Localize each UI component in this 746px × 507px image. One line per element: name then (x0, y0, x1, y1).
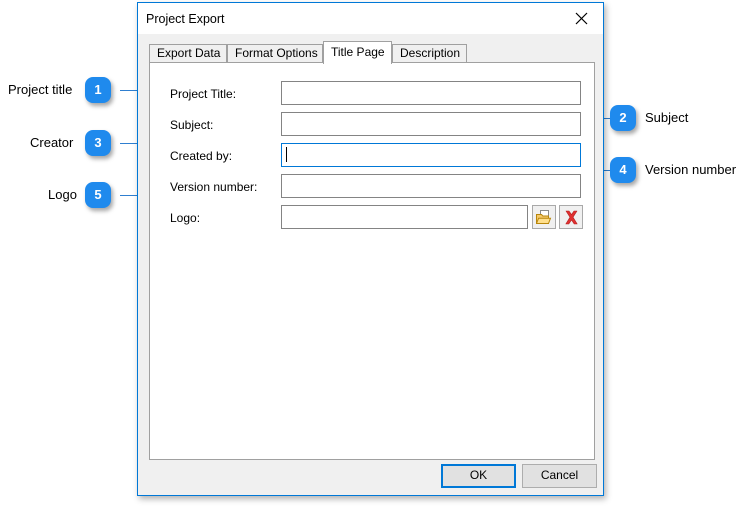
callout-badge-3[interactable]: 3 (85, 130, 111, 156)
callout-label-1: Project title (8, 82, 73, 97)
callout-badge-1[interactable]: 1 (85, 77, 111, 103)
version-number-label: Version number: (170, 180, 258, 194)
form-row-subject: Subject: (150, 112, 594, 138)
tab-export-data[interactable]: Export Data (149, 44, 227, 63)
title-page-panel: Project Title: Subject: Created by: Vers… (149, 62, 595, 460)
logo-label: Logo: (170, 211, 201, 225)
callout-label-2: Subject (645, 110, 689, 125)
callout-label-3: Creator (30, 135, 74, 150)
form-row-version-number: Version number: (150, 174, 594, 200)
callout-badge-2[interactable]: 2 (610, 105, 636, 131)
project-export-dialog: Project Export Export Data Format Option… (137, 2, 604, 496)
close-icon[interactable] (559, 3, 603, 33)
form-row-created-by: Created by: (150, 143, 594, 169)
callout-badge-4[interactable]: 4 (610, 157, 636, 183)
subject-input[interactable] (281, 112, 581, 136)
red-x-delete-icon[interactable] (559, 205, 583, 229)
callout-label-4: Version number (645, 162, 737, 177)
tab-strip: Export Data Format Options Title Page De… (149, 41, 595, 64)
cancel-button[interactable]: Cancel (522, 464, 597, 488)
subject-label: Subject: (170, 118, 214, 132)
dialog-titlebar: Project Export (138, 3, 603, 34)
text-caret (286, 147, 287, 162)
callout-label-5: Logo (48, 187, 77, 202)
form-row-logo: Logo: (150, 205, 594, 231)
tab-description[interactable]: Description (392, 44, 467, 63)
dialog-title: Project Export (146, 12, 225, 26)
tab-title-page[interactable]: Title Page (323, 41, 392, 64)
tab-format-options[interactable]: Format Options (227, 44, 323, 63)
logo-path-input[interactable] (281, 205, 528, 229)
callout-badge-5[interactable]: 5 (85, 182, 111, 208)
created-by-label: Created by: (170, 149, 233, 163)
open-folder-icon[interactable] (532, 205, 556, 229)
project-title-label: Project Title: (170, 87, 237, 101)
project-title-input[interactable] (281, 81, 581, 105)
form-row-project-title: Project Title: (150, 81, 594, 107)
created-by-input[interactable] (281, 143, 581, 167)
ok-button[interactable]: OK (441, 464, 516, 488)
version-number-input[interactable] (281, 174, 581, 198)
